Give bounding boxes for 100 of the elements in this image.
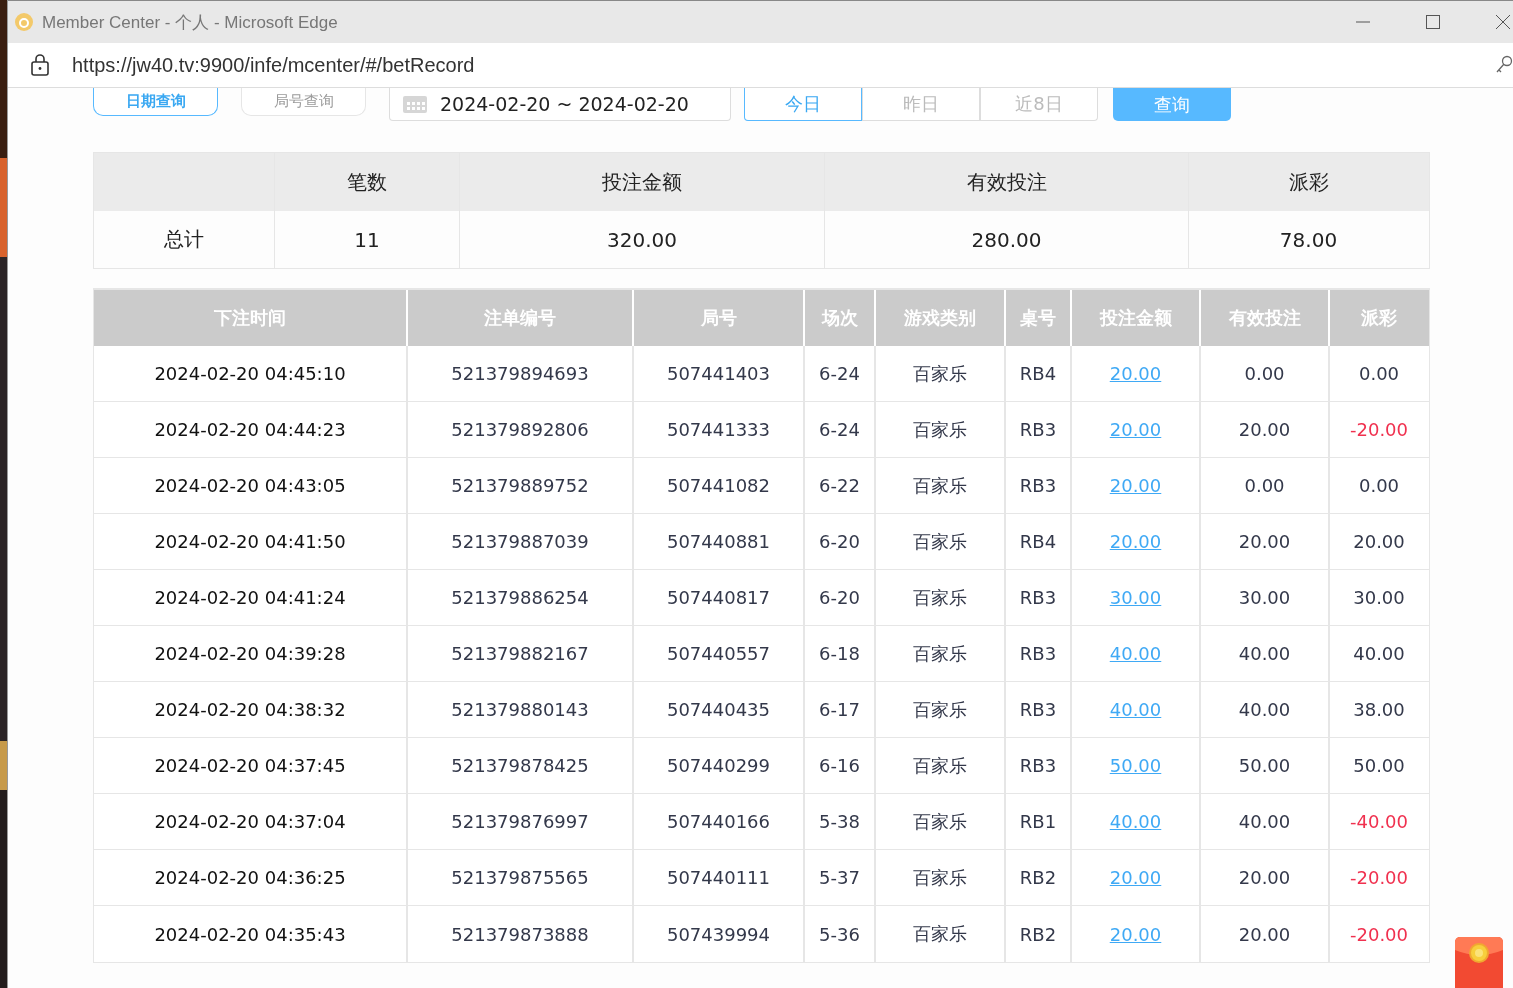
table-cell: 百家乐 bbox=[876, 906, 1006, 962]
table-cell: 507439994 bbox=[634, 906, 805, 962]
table-cell: 6-20 bbox=[805, 514, 876, 569]
amount-link[interactable]: 20.00 bbox=[1109, 363, 1162, 384]
column-header: 有效投注 bbox=[825, 153, 1189, 211]
table-cell: RB3 bbox=[1006, 738, 1072, 793]
table-cell: 521379878425 bbox=[408, 738, 634, 793]
table-cell: 507441333 bbox=[634, 402, 805, 457]
table-cell: 507440817 bbox=[634, 570, 805, 625]
table-cell-text: 20.00 bbox=[1352, 530, 1406, 554]
table-cell: 2024-02-20 04:41:50 bbox=[94, 514, 408, 569]
table-cell: 5-37 bbox=[805, 850, 876, 905]
column-header: 投注金额 bbox=[460, 153, 825, 211]
table-cell: 百家乐 bbox=[876, 346, 1006, 401]
table-cell: 521379889752 bbox=[408, 458, 634, 513]
amount-link[interactable]: 20.00 bbox=[1109, 531, 1162, 552]
table-cell: RB4 bbox=[1006, 346, 1072, 401]
table-cell: RB3 bbox=[1006, 682, 1072, 737]
table-cell: 521379892806 bbox=[408, 402, 634, 457]
table-cell: 总计 bbox=[94, 211, 275, 268]
table-cell: 5-36 bbox=[805, 906, 876, 962]
table-cell: RB3 bbox=[1006, 626, 1072, 681]
table-cell: 507440435 bbox=[634, 682, 805, 737]
table-cell-text: -20.00 bbox=[1349, 418, 1409, 442]
search-button[interactable]: 查询 bbox=[1113, 88, 1231, 121]
table-cell: 6-16 bbox=[805, 738, 876, 793]
envelope-icon[interactable] bbox=[1455, 937, 1503, 988]
table-cell: 2024-02-20 04:37:45 bbox=[94, 738, 408, 793]
lock-icon bbox=[30, 54, 50, 76]
table-cell: 20.00 bbox=[1201, 906, 1330, 962]
range-tab[interactable]: 今日 bbox=[744, 88, 862, 121]
app-logo-icon bbox=[14, 12, 34, 32]
calendar-icon bbox=[402, 94, 428, 114]
table-cell: 百家乐 bbox=[876, 738, 1006, 793]
amount-link[interactable]: 20.00 bbox=[1109, 475, 1162, 496]
range-tab[interactable]: 昨日 bbox=[862, 88, 980, 121]
query-tab[interactable]: 局号查询 bbox=[241, 88, 366, 116]
table-cell: 6-22 bbox=[805, 458, 876, 513]
table-cell: 507441403 bbox=[634, 346, 805, 401]
table-cell: 百家乐 bbox=[876, 570, 1006, 625]
amount-link[interactable]: 40.00 bbox=[1109, 699, 1162, 720]
table-cell: 11 bbox=[275, 211, 460, 268]
table-cell: 2024-02-20 04:45:10 bbox=[94, 346, 408, 401]
table-cell: 507441082 bbox=[634, 458, 805, 513]
table-cell: 2024-02-20 04:37:04 bbox=[94, 794, 408, 849]
table-cell: 6-24 bbox=[805, 346, 876, 401]
table-cell-text: 40.00 bbox=[1352, 642, 1406, 666]
table-cell: 507440299 bbox=[634, 738, 805, 793]
address-url[interactable]: https://jw40.tv:9900/infe/mcenter/#/betRecord bbox=[72, 53, 475, 77]
table-cell: 521379886254 bbox=[408, 570, 634, 625]
table-cell-text: -20.00 bbox=[1349, 866, 1409, 890]
table-cell: 2024-02-20 04:36:25 bbox=[94, 850, 408, 905]
amount-link[interactable]: 50.00 bbox=[1109, 755, 1162, 776]
table-cell: 521379887039 bbox=[408, 514, 634, 569]
table-cell: 2024-02-20 04:38:32 bbox=[94, 682, 408, 737]
table-cell-text: 50.00 bbox=[1352, 754, 1406, 778]
table-cell: 2024-02-20 04:41:24 bbox=[94, 570, 408, 625]
table-cell: 280.00 bbox=[825, 211, 1189, 268]
close-icon[interactable] bbox=[1495, 14, 1511, 30]
amount-link[interactable]: 30.00 bbox=[1109, 587, 1162, 608]
amount-link[interactable]: 40.00 bbox=[1109, 643, 1162, 664]
table-cell-text: 30.00 bbox=[1352, 586, 1406, 610]
column-header: 笔数 bbox=[275, 153, 460, 211]
table-cell: 521379876997 bbox=[408, 794, 634, 849]
table-cell: 521379882167 bbox=[408, 626, 634, 681]
table-cell: 6-24 bbox=[805, 402, 876, 457]
key-icon[interactable] bbox=[1495, 55, 1513, 75]
table-cell: 百家乐 bbox=[876, 850, 1006, 905]
amount-link[interactable]: 40.00 bbox=[1109, 811, 1162, 832]
table-cell: 40.00 bbox=[1201, 794, 1330, 849]
table-cell: 20.00 bbox=[1201, 402, 1330, 457]
table-cell: 2024-02-20 04:43:05 bbox=[94, 458, 408, 513]
range-tab[interactable]: 近8日 bbox=[980, 88, 1098, 121]
maximize-icon[interactable] bbox=[1425, 14, 1441, 30]
table-cell: 20.00 bbox=[1201, 850, 1330, 905]
table-cell: 507440557 bbox=[634, 626, 805, 681]
table-cell: 50.00 bbox=[1201, 738, 1330, 793]
table-cell: 320.00 bbox=[460, 211, 825, 268]
table-cell: 30.00 bbox=[1201, 570, 1330, 625]
table-cell: 0.00 bbox=[1201, 458, 1330, 513]
date-range-field[interactable]: 2024-02-20 ~ 2024-02-20 bbox=[389, 88, 731, 121]
amount-link[interactable]: 20.00 bbox=[1109, 867, 1162, 888]
table-cell-text: -20.00 bbox=[1349, 922, 1409, 947]
table-cell: RB3 bbox=[1006, 458, 1072, 513]
table-cell: 百家乐 bbox=[876, 514, 1006, 569]
amount-link[interactable]: 20.00 bbox=[1109, 923, 1162, 945]
amount-link[interactable]: 20.00 bbox=[1109, 419, 1162, 440]
table-cell: 521379873888 bbox=[408, 906, 634, 962]
table-cell: RB1 bbox=[1006, 794, 1072, 849]
table-cell: 0.00 bbox=[1201, 346, 1330, 401]
table-cell: 百家乐 bbox=[876, 458, 1006, 513]
table-cell: 6-20 bbox=[805, 570, 876, 625]
table-cell: 百家乐 bbox=[876, 626, 1006, 681]
query-tab[interactable]: 日期查询 bbox=[93, 88, 218, 116]
table-cell: 521379880143 bbox=[408, 682, 634, 737]
table-cell: 40.00 bbox=[1201, 682, 1330, 737]
table-cell: RB3 bbox=[1006, 402, 1072, 457]
table-cell: RB2 bbox=[1006, 850, 1072, 905]
table-cell: 507440166 bbox=[634, 794, 805, 849]
table-cell: 百家乐 bbox=[876, 402, 1006, 457]
